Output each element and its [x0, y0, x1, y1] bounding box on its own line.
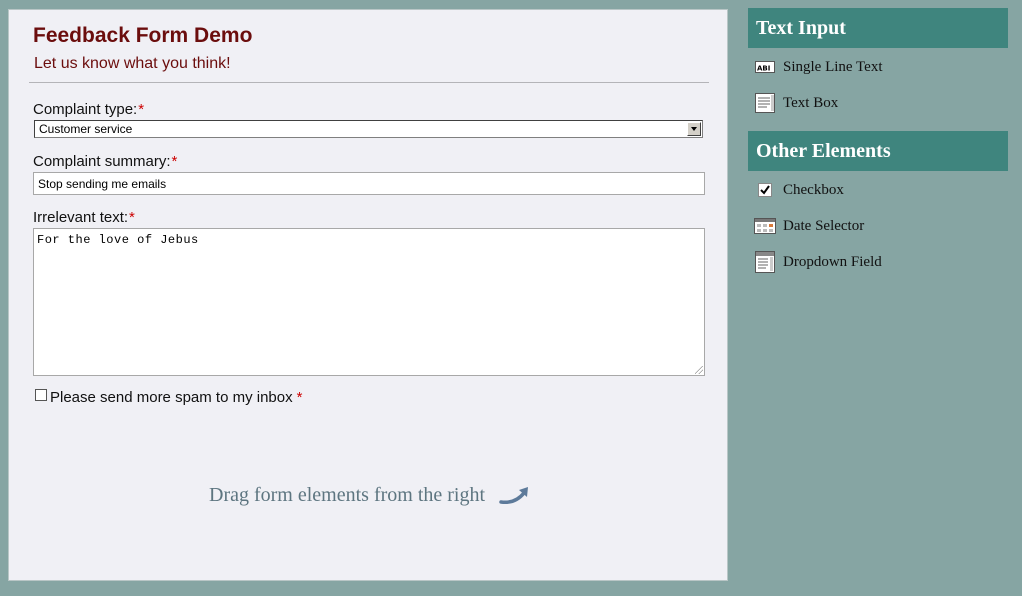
sidebar-item-label: Dropdown Field	[783, 253, 882, 270]
required-mark: *	[171, 153, 178, 170]
sidebar-item-label: Checkbox	[783, 181, 844, 198]
irrelevant-text-label-text: Irrelevant text:	[33, 209, 129, 226]
form-title: Feedback Form Demo	[33, 24, 253, 47]
spam-checkbox-label: Please send more spam to my inbox	[50, 389, 293, 406]
irrelevant-text-label: Irrelevant text:*	[33, 209, 135, 226]
sidebar-item-text-box[interactable]: Text Box	[754, 92, 838, 114]
irrelevant-text-value: For the love of Jebus	[37, 233, 199, 247]
complaint-summary-input[interactable]: Stop sending me emails	[33, 172, 705, 195]
dropdown-field-icon	[754, 251, 776, 273]
text-box-icon	[754, 92, 776, 114]
svg-text:ABI: ABI	[757, 65, 770, 73]
sidebar-item-single-line-text[interactable]: ABI Single Line Text	[754, 56, 883, 78]
spam-checkbox[interactable]	[35, 389, 47, 401]
required-mark: *	[138, 101, 145, 118]
divider	[29, 82, 709, 83]
sidebar-item-label: Single Line Text	[783, 58, 883, 75]
drag-hint: Drag form elements from the right	[209, 484, 486, 506]
sidebar-item-label: Date Selector	[783, 217, 865, 234]
form-panel: Feedback Form Demo Let us know what you …	[8, 9, 728, 581]
spam-checkbox-row: Please send more spam to my inbox *	[35, 389, 302, 406]
text-input-header: Text Input	[748, 8, 1008, 48]
checkbox-icon	[754, 179, 776, 201]
sidebar-item-dropdown-field[interactable]: Dropdown Field	[754, 251, 882, 273]
single-line-text-icon: ABI	[754, 56, 776, 78]
chevron-down-icon[interactable]	[687, 122, 701, 136]
sidebar-item-checkbox[interactable]: Checkbox	[754, 179, 844, 201]
other-elements-header: Other Elements	[748, 131, 1008, 171]
complaint-type-label-text: Complaint type:	[33, 101, 138, 118]
required-mark: *	[129, 209, 135, 226]
resize-handle-icon[interactable]	[695, 366, 703, 374]
curved-arrow-icon	[499, 487, 528, 505]
complaint-summary-label-text: Complaint summary:	[33, 153, 171, 170]
sidebar-item-date-selector[interactable]: Date Selector	[754, 215, 864, 237]
complaint-type-value: Customer service	[39, 122, 133, 136]
complaint-summary-value: Stop sending me emails	[38, 177, 167, 191]
form-subtitle: Let us know what you think!	[34, 55, 231, 72]
complaint-type-select[interactable]: Customer service	[34, 120, 703, 138]
required-mark: *	[296, 389, 303, 406]
complaint-type-label: Complaint type:*	[33, 101, 144, 118]
complaint-summary-label: Complaint summary:*	[33, 153, 177, 170]
sidebar-item-label: Text Box	[783, 94, 839, 111]
date-selector-icon	[754, 215, 776, 237]
irrelevant-text-textarea[interactable]: For the love of Jebus	[33, 228, 705, 376]
